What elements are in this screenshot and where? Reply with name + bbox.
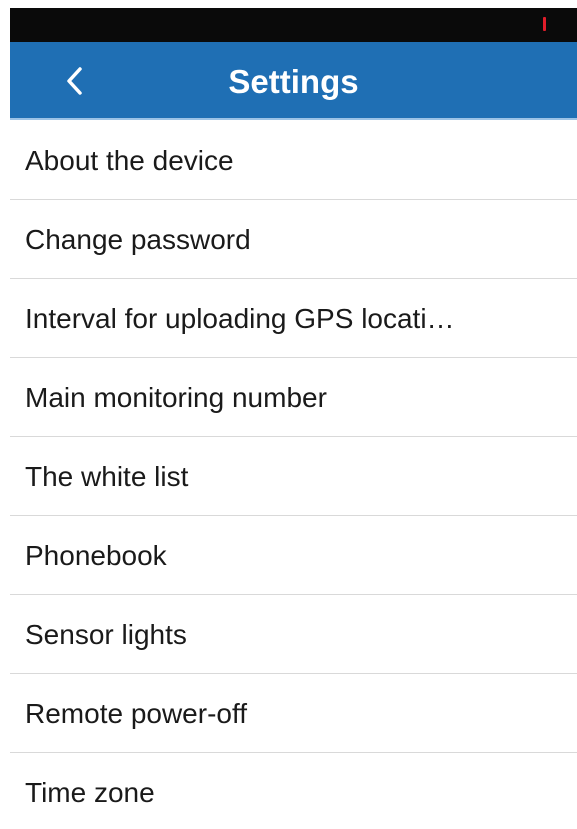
settings-item-phonebook[interactable]: Phonebook: [10, 516, 577, 595]
settings-item-remote-power-off[interactable]: Remote power-off: [10, 674, 577, 753]
left-margin: [0, 0, 10, 829]
settings-item-gps-upload-interval[interactable]: Interval for uploading GPS locati…: [10, 279, 577, 358]
page-title: Settings: [228, 63, 359, 100]
settings-item-time-zone[interactable]: Time zone: [10, 753, 577, 829]
navigation-bar: Settings: [10, 42, 577, 120]
settings-list: About the device Change password Interva…: [10, 121, 577, 829]
battery-icon: [543, 17, 546, 31]
status-bar: [10, 8, 577, 42]
settings-item-about-device[interactable]: About the device: [10, 121, 577, 200]
settings-item-change-password[interactable]: Change password: [10, 200, 577, 279]
settings-item-sensor-lights[interactable]: Sensor lights: [10, 595, 577, 674]
settings-item-white-list[interactable]: The white list: [10, 437, 577, 516]
settings-item-main-monitoring-number[interactable]: Main monitoring number: [10, 358, 577, 437]
settings-screen: Settings About the device Change passwor…: [0, 0, 577, 829]
